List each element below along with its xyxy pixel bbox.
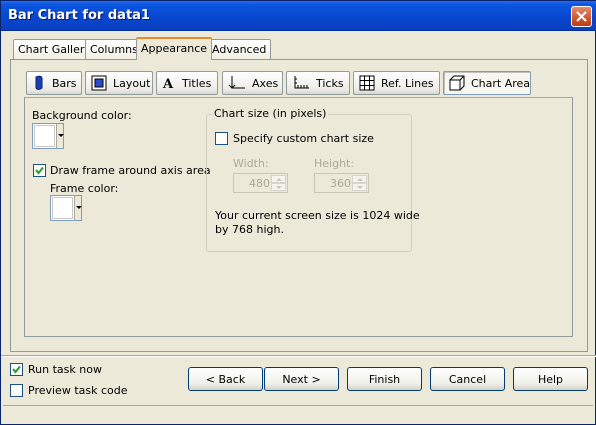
tab-label: Columns: [90, 43, 138, 56]
screen-size-info-line2: by 768 high.: [215, 223, 284, 236]
color-swatch: [52, 197, 73, 219]
layout-icon: [91, 75, 107, 91]
next-button[interactable]: Next >: [264, 367, 339, 391]
titles-icon: A: [162, 77, 174, 90]
subtab-label: Chart Area: [471, 76, 531, 90]
draw-frame-label[interactable]: Draw frame around axis area: [50, 164, 211, 177]
height-label: Height:: [314, 157, 355, 170]
svg-text:A: A: [162, 77, 174, 90]
draw-frame-checkbox[interactable]: [33, 164, 46, 177]
axes-icon: [228, 76, 245, 89]
subtab-label: Ticks: [316, 76, 344, 90]
subtab-label: Ref. Lines: [381, 76, 434, 90]
status-bar: [3, 405, 593, 423]
dialog-window: Bar Chart for data1 Chart Gallery Column…: [0, 0, 596, 425]
width-value: 480: [249, 177, 270, 190]
checkmark-icon: [35, 166, 44, 175]
color-swatch: [34, 125, 55, 147]
separator: [1, 355, 596, 357]
custom-size-label[interactable]: Specify custom chart size: [233, 132, 374, 145]
subtab-ticks[interactable]: Ticks: [286, 71, 350, 95]
finish-button[interactable]: Finish: [347, 367, 422, 391]
close-icon: [576, 11, 587, 22]
custom-size-checkbox[interactable]: [215, 132, 228, 145]
window-title: Bar Chart for data1: [8, 8, 150, 23]
subtab-label: Axes: [252, 76, 279, 90]
subtab-bars[interactable]: Bars: [26, 71, 82, 95]
checkmark-icon: [12, 365, 21, 374]
tab-chart-gallery[interactable]: Chart Gallery: [13, 39, 96, 60]
subtab-ref-lines[interactable]: Ref. Lines: [353, 71, 440, 95]
subtab-label: Titles: [182, 76, 212, 90]
tab-label: Advanced: [212, 43, 267, 56]
ticks-icon: [294, 76, 309, 89]
finish-button-label: Finish: [368, 372, 401, 386]
chart-area-icon: [449, 75, 465, 91]
tab-appearance[interactable]: Appearance: [136, 37, 213, 60]
help-button[interactable]: Help: [513, 367, 588, 391]
height-value: 360: [330, 177, 351, 190]
subtab-label: Bars: [52, 76, 77, 90]
bars-icon: [35, 75, 43, 90]
frame-color-picker[interactable]: [50, 195, 83, 221]
back-button[interactable]: < Back: [188, 367, 263, 391]
dropdown-arrow-icon: [55, 124, 65, 148]
cancel-button[interactable]: Cancel: [430, 367, 505, 391]
tab-advanced[interactable]: Advanced: [207, 39, 272, 60]
cancel-button-label: Cancel: [448, 372, 487, 386]
subtab-titles[interactable]: A Titles: [156, 71, 218, 95]
run-task-checkbox[interactable]: [10, 363, 23, 376]
spin-up-icon[interactable]: [352, 175, 367, 183]
tab-label: Appearance: [141, 42, 208, 55]
grid-icon: [359, 75, 375, 91]
preview-code-checkbox[interactable]: [10, 384, 23, 397]
tab-label: Chart Gallery: [18, 43, 91, 56]
spin-buttons[interactable]: [352, 175, 367, 191]
spin-down-icon[interactable]: [271, 183, 286, 191]
subtab-layout[interactable]: Layout: [85, 71, 153, 95]
chart-size-group-label: Chart size (in pixels): [212, 107, 329, 120]
dropdown-arrow-icon: [73, 196, 83, 220]
spin-up-icon[interactable]: [271, 175, 286, 183]
close-button[interactable]: [571, 6, 592, 27]
width-label: Width:: [233, 157, 269, 170]
background-color-picker[interactable]: [32, 123, 65, 149]
tab-columns[interactable]: Columns: [85, 39, 143, 60]
subtab-chart-area[interactable]: Chart Area: [443, 71, 531, 95]
run-task-label[interactable]: Run task now: [28, 363, 102, 376]
background-color-label: Background color:: [32, 109, 132, 122]
height-spinner[interactable]: 360: [314, 173, 369, 193]
help-button-label: Help: [537, 372, 564, 386]
subtab-label: Layout: [113, 76, 151, 90]
spin-buttons[interactable]: [271, 175, 286, 191]
spin-down-icon[interactable]: [352, 183, 367, 191]
frame-color-label: Frame color:: [50, 182, 119, 195]
preview-code-label[interactable]: Preview task code: [28, 384, 128, 397]
back-button-label: < Back: [205, 372, 246, 386]
screen-size-info-line1: Your current screen size is 1024 wide: [215, 209, 420, 222]
width-spinner[interactable]: 480: [233, 173, 288, 193]
title-bar[interactable]: Bar Chart for data1: [1, 1, 596, 31]
next-button-label: Next >: [282, 372, 321, 386]
subtab-axes[interactable]: Axes: [222, 71, 283, 95]
